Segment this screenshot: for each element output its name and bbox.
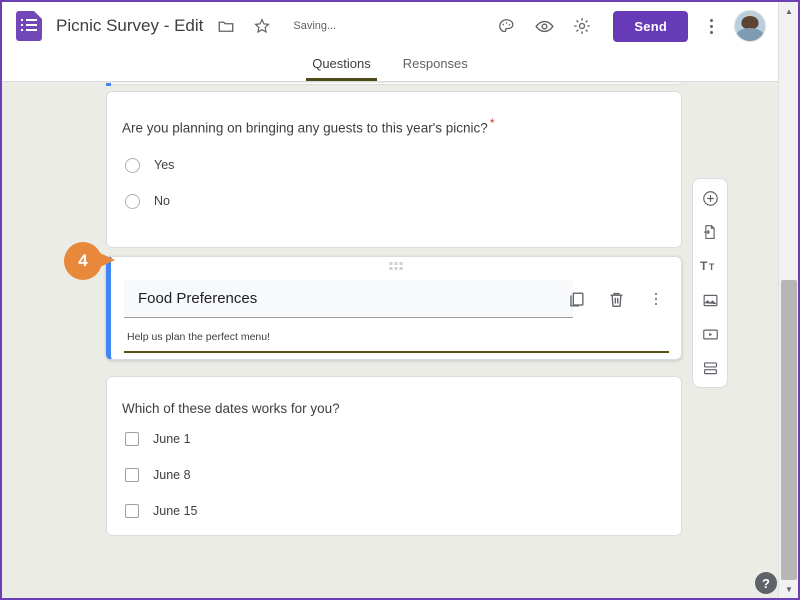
folder-icon[interactable] (213, 13, 239, 39)
drag-handle-dots-icon[interactable] (389, 262, 403, 270)
add-section-icon[interactable] (698, 356, 722, 380)
add-video-icon[interactable] (698, 322, 722, 346)
header-top-row: Picnic Survey - Edit Saving... Send (2, 2, 778, 50)
required-asterisk: * (489, 116, 495, 130)
add-question-icon[interactable] (698, 186, 722, 210)
form-content-area: Are you planning on bringing any guests … (2, 83, 778, 598)
radio-icon[interactable] (125, 193, 140, 209)
checkbox-options-list: June 1 June 8 June 15 (107, 432, 681, 518)
document-title[interactable]: Picnic Survey - Edit (56, 16, 203, 36)
eye-preview-icon[interactable] (527, 9, 561, 43)
add-image-icon[interactable] (698, 288, 722, 312)
checkbox-option-label: June 1 (153, 432, 191, 446)
radio-option-label: Yes (154, 158, 175, 172)
google-forms-logo (16, 11, 42, 41)
duplicate-icon[interactable] (565, 288, 587, 310)
question-title: Are you planning on bringing any guests … (107, 92, 681, 136)
send-button[interactable]: Send (613, 10, 688, 42)
radio-option-no[interactable]: No (107, 193, 681, 209)
radio-options-list: Yes No (107, 157, 681, 209)
tab-questions[interactable]: Questions (306, 56, 377, 81)
palette-icon[interactable] (489, 9, 523, 43)
radio-option-label: No (154, 194, 170, 208)
section-title-input[interactable]: Food Preferences (124, 280, 573, 318)
section-title-text: Food Preferences (138, 290, 258, 307)
help-button[interactable]: ? (755, 572, 777, 594)
scroll-up-arrow-icon[interactable]: ▲ (779, 2, 798, 20)
svg-text:T: T (700, 259, 708, 273)
checkbox-option-june-8[interactable]: June 8 (107, 468, 681, 482)
svg-text:T: T (708, 262, 714, 272)
checkbox-option-june-15[interactable]: June 15 (107, 504, 681, 518)
radio-icon[interactable] (125, 157, 140, 173)
star-icon[interactable] (249, 13, 275, 39)
add-item-toolbar: T T (692, 178, 728, 388)
callout-step-badge: 4 (64, 242, 115, 280)
question-card-dates[interactable]: Which of these dates works for you? June… (106, 376, 682, 536)
more-vertical-icon[interactable] (698, 13, 724, 39)
logo-lines (21, 19, 37, 34)
tab-responses[interactable]: Responses (397, 56, 474, 81)
section-header-card-selected[interactable]: Food Preferences Help us plan the perfec… (106, 256, 682, 360)
radio-option-yes[interactable]: Yes (107, 157, 681, 173)
tabs-row: Questions Responses (2, 50, 778, 81)
checkbox-option-june-1[interactable]: June 1 (107, 432, 681, 446)
card-action-buttons (565, 288, 667, 310)
partial-card-above[interactable] (106, 83, 682, 86)
scroll-down-arrow-icon[interactable]: ▼ (779, 580, 798, 598)
import-questions-icon[interactable] (698, 220, 722, 244)
question-title: Which of these dates works for you? (122, 401, 340, 416)
checkbox-icon[interactable] (125, 504, 139, 518)
browser-window-frame: Picnic Survey - Edit Saving... Send Ques… (0, 0, 800, 600)
app-header: Picnic Survey - Edit Saving... Send Ques… (2, 2, 778, 82)
scrollbar-thumb[interactable] (781, 280, 797, 580)
save-status-text: Saving... (293, 20, 337, 32)
user-avatar[interactable] (734, 10, 766, 42)
checkbox-option-label: June 15 (153, 504, 198, 518)
gear-settings-icon[interactable] (565, 9, 599, 43)
checkbox-option-label: June 8 (153, 468, 191, 482)
question-title-text: Are you planning on bringing any guests … (122, 120, 488, 136)
section-description-text: Help us plan the perfect menu! (127, 331, 271, 343)
checkbox-icon[interactable] (125, 432, 139, 446)
add-title-description-icon[interactable]: T T (698, 254, 722, 278)
trash-delete-icon[interactable] (605, 288, 627, 310)
section-description-input[interactable]: Help us plan the perfect menu! (124, 327, 669, 353)
vertical-scrollbar[interactable]: ▲ ▼ (778, 2, 798, 598)
checkbox-icon[interactable] (125, 468, 139, 482)
question-card-guests[interactable]: Are you planning on bringing any guests … (106, 91, 682, 248)
more-options-icon[interactable] (645, 288, 667, 310)
